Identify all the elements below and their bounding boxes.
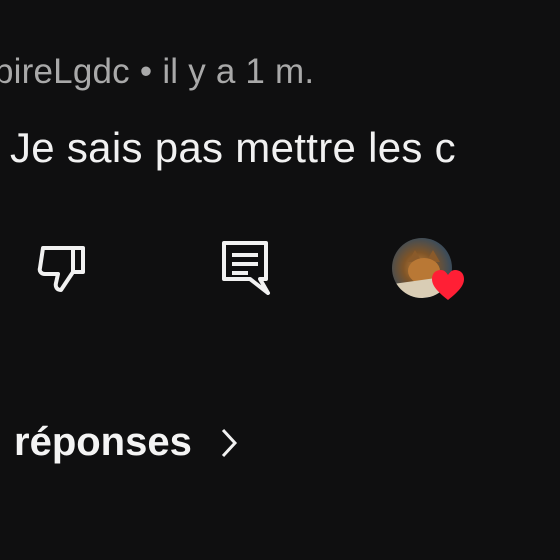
creator-heart [392,238,470,306]
chevron-right-icon [220,427,238,459]
thumbs-down-icon [37,246,85,292]
comment-icon [222,241,270,295]
replies-label: réponses [14,420,192,464]
comment-timestamp: il y a 1 m. [162,52,315,91]
comment-author[interactable]: pireLgdc [0,52,130,91]
dislike-button[interactable] [30,240,92,296]
comment-meta: pireLgdc • il y a 1 m. [0,52,314,92]
comment-text: . Je sais pas mettre les c [0,124,456,171]
reply-button[interactable] [216,236,274,298]
heart-icon [432,270,464,300]
meta-separator: • [139,52,153,91]
replies-button[interactable]: réponses [14,420,238,465]
